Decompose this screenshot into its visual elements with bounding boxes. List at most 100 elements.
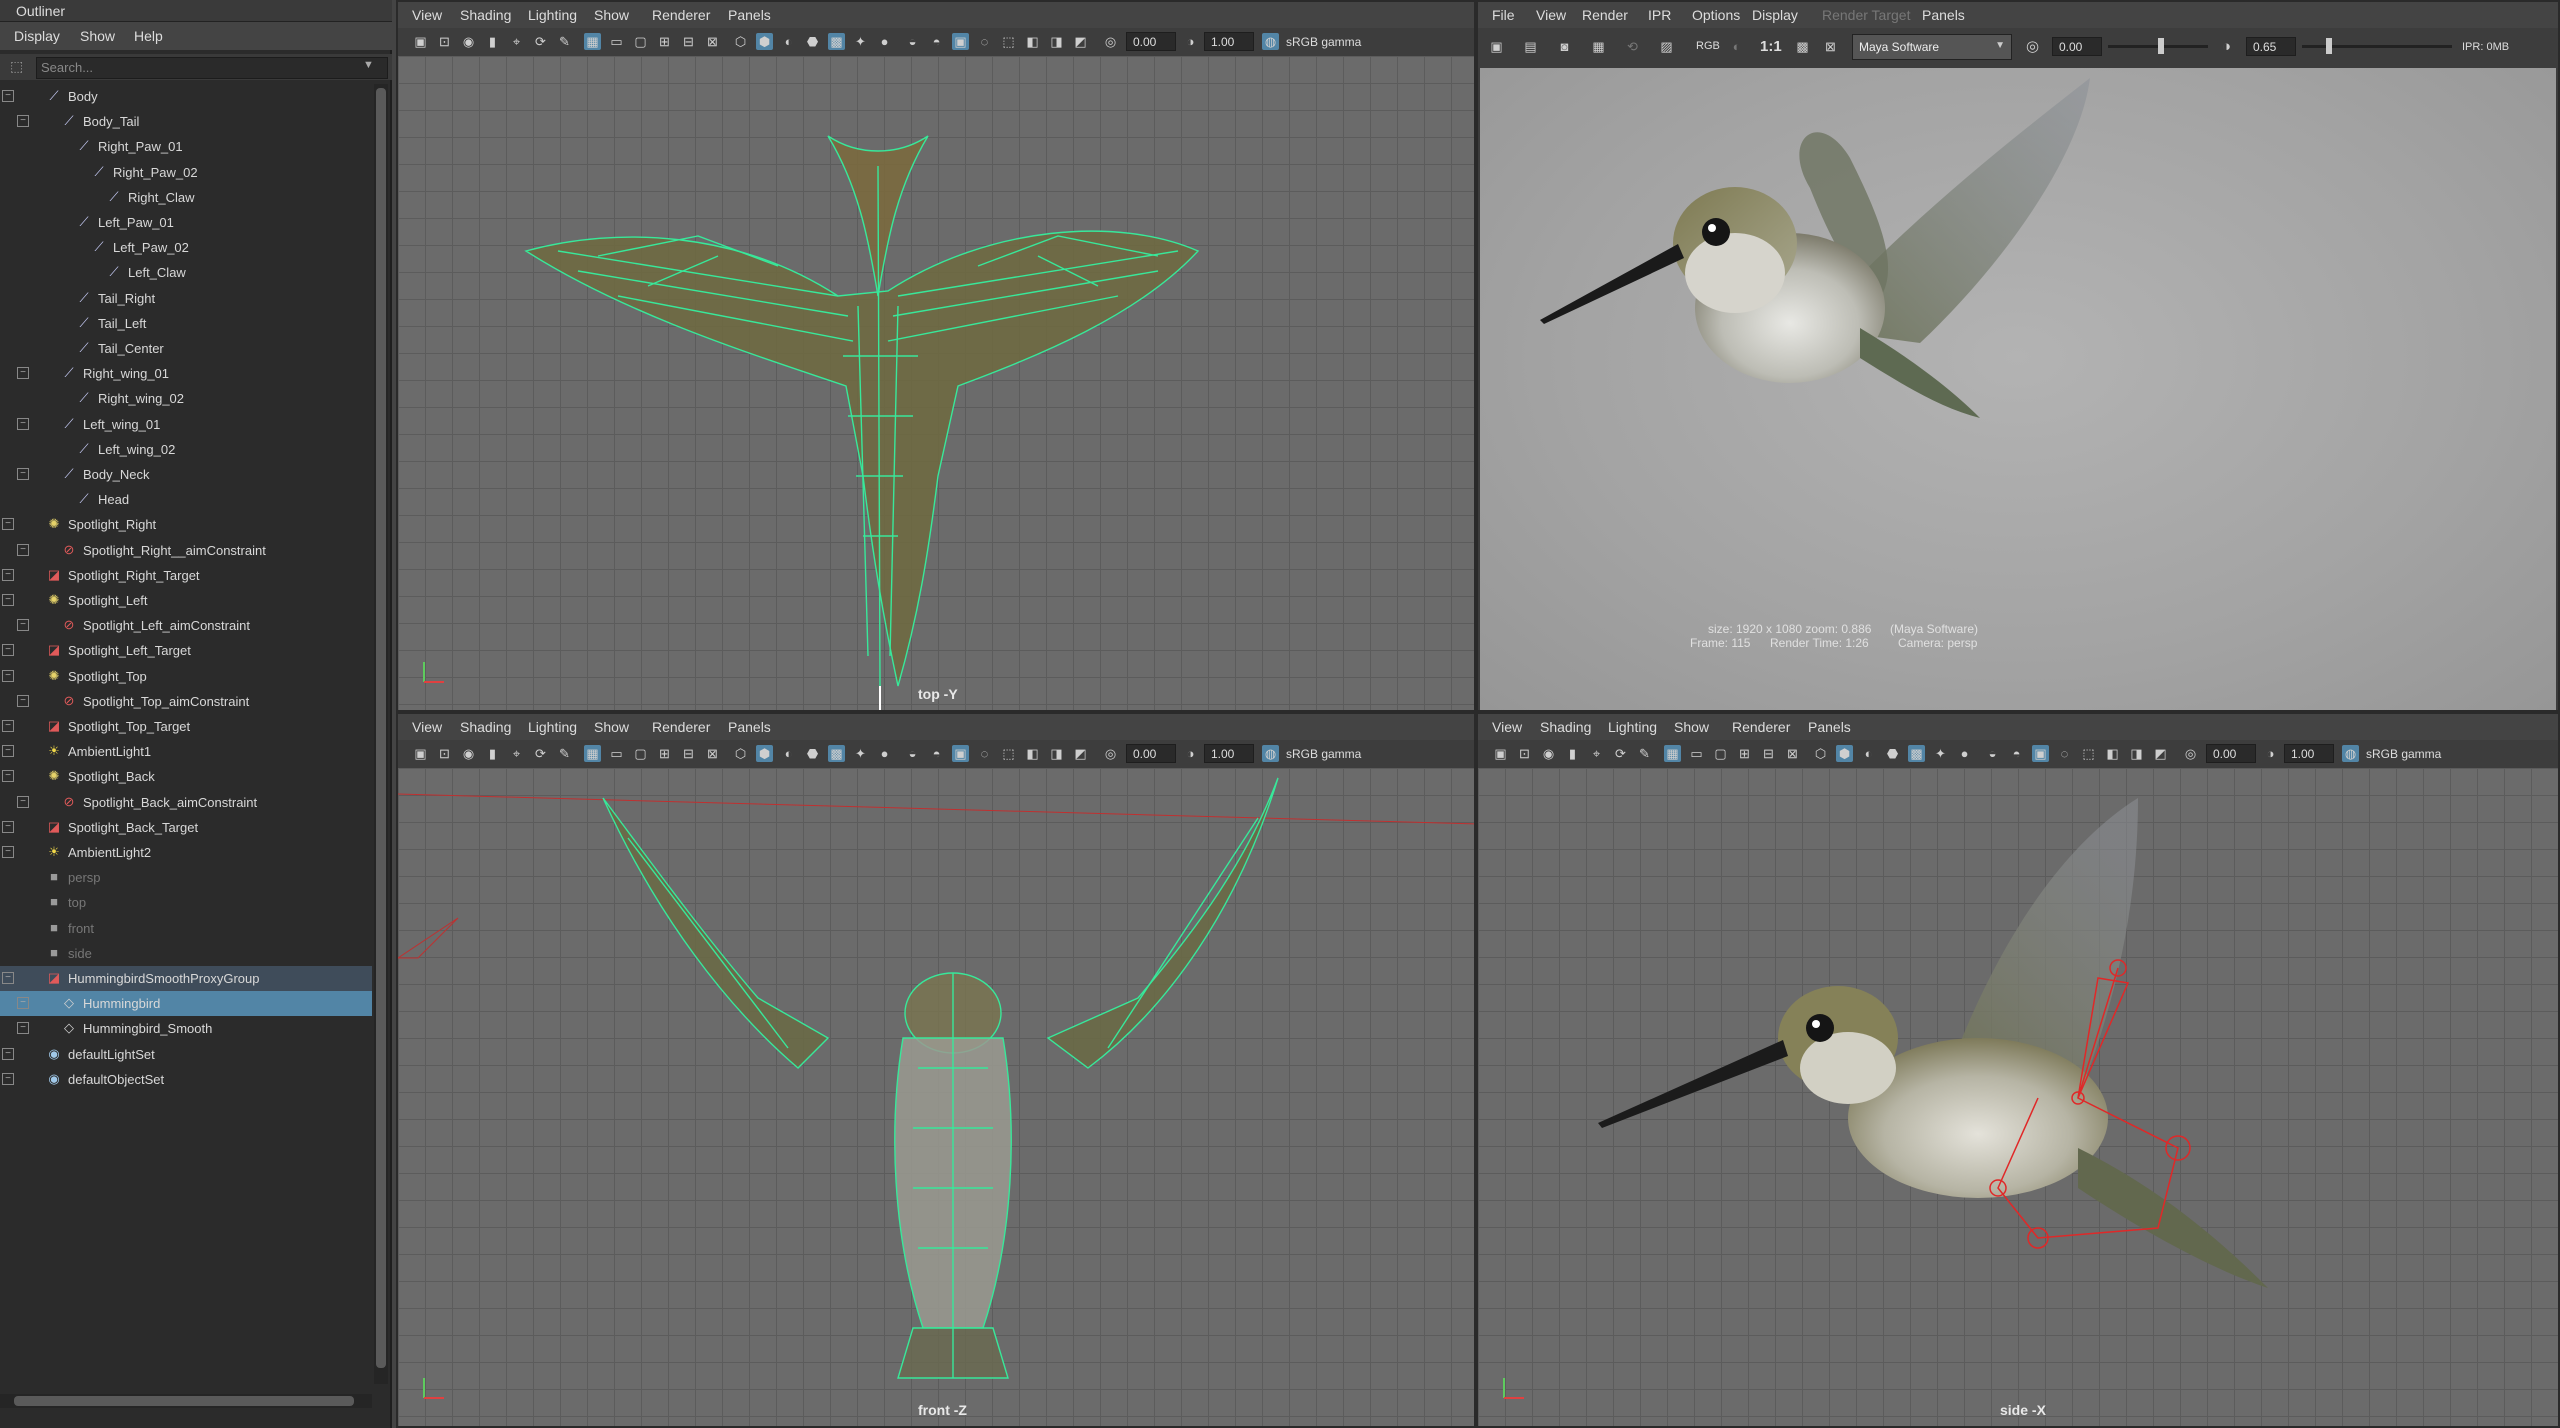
viewport-menu-renderer[interactable]: Renderer [652, 719, 710, 735]
viewport-menu-renderer[interactable]: Renderer [1732, 719, 1790, 735]
outliner-row[interactable]: ■ top [0, 890, 372, 915]
remove-image-icon[interactable]: ⊠ [1822, 38, 1839, 55]
expand-toggle-icon[interactable]: − [17, 694, 29, 707]
shadows-icon[interactable]: ● [876, 745, 893, 762]
expand-toggle-icon[interactable]: − [2, 972, 14, 984]
ambient-occlusion-icon[interactable]: ◒ [904, 33, 921, 50]
camera-select-icon[interactable]: ▣ [412, 33, 429, 50]
store-image-icon[interactable]: ▩ [1794, 38, 1811, 55]
outliner-row[interactable]: − ⟋ Body_Neck [0, 462, 372, 487]
film-gate-icon[interactable]: ▭ [608, 33, 625, 50]
use-default-material-icon[interactable]: ◐ [780, 33, 797, 50]
resolution-gate-icon[interactable]: ▢ [632, 745, 649, 762]
render-frame-icon[interactable]: ▣ [1488, 38, 1505, 55]
2d-pan-zoom-icon[interactable]: ⟳ [1612, 745, 1629, 762]
textured-icon[interactable]: ▩ [828, 745, 845, 762]
outliner-row[interactable]: − ◪ Spotlight_Left_Target [0, 638, 372, 663]
smooth-shade-icon[interactable]: ⬢ [1836, 745, 1853, 762]
shadows-icon[interactable]: ● [876, 33, 893, 50]
bookmark-icon[interactable]: ▮ [484, 33, 501, 50]
bookmark-icon[interactable]: ▮ [484, 745, 501, 762]
lock-camera-icon[interactable]: ⊡ [436, 33, 453, 50]
rgb-channel-button[interactable]: RGB [1696, 40, 1720, 52]
grease-pencil-icon[interactable]: ✎ [556, 745, 573, 762]
wireframe-on-shaded-icon[interactable]: ⬣ [1884, 745, 1901, 762]
gamma-icon[interactable]: ◑ [2218, 38, 2235, 55]
expand-toggle-icon[interactable]: − [2, 1072, 14, 1085]
outliner-row[interactable]: ⟋ Tail_Center [0, 336, 372, 361]
outliner-row[interactable]: ⟋ Right_wing_02 [0, 386, 372, 411]
real-size-button[interactable]: 1:1 [1760, 38, 1782, 55]
gate-mask-icon[interactable]: ⊞ [656, 745, 673, 762]
expand-toggle-icon[interactable]: − [17, 417, 29, 430]
outliner-row[interactable]: ⟋ Left_Claw [0, 260, 372, 285]
render-settings-icon[interactable]: ▨ [1658, 38, 1675, 55]
outliner-row[interactable]: − ✺ Spotlight_Top [0, 664, 372, 689]
wireframe-icon[interactable]: ⬡ [732, 33, 749, 50]
viewport-menu-lighting[interactable]: Lighting [528, 7, 577, 23]
outliner-row[interactable]: ⟋ Right_Paw_02 [0, 160, 372, 185]
render-menu-view[interactable]: View [1536, 7, 1566, 23]
grid-icon[interactable]: ▦ [584, 745, 601, 762]
expand-toggle-icon[interactable]: − [2, 90, 14, 102]
camera-select-icon[interactable]: ▣ [1492, 745, 1509, 762]
side-viewport[interactable]: View Shading Lighting Show Renderer Panels ▣ ⊡ ◉… [1476, 712, 2560, 1428]
image-plane-icon[interactable]: ⌖ [1588, 745, 1605, 762]
image-plane-icon[interactable]: ⌖ [508, 745, 525, 762]
render-menu-render-target[interactable]: Render Target [1822, 7, 1910, 23]
alpha-channel-icon[interactable]: ◐ [1728, 38, 1745, 55]
ambient-occlusion-icon[interactable]: ◒ [904, 745, 921, 762]
color-management-icon[interactable]: ◍ [1262, 745, 1279, 762]
render-menu-file[interactable]: File [1492, 7, 1515, 23]
scrollbar-thumb[interactable] [376, 88, 386, 1368]
field-chart-icon[interactable]: ⊟ [1760, 745, 1777, 762]
use-default-material-icon[interactable]: ◐ [780, 745, 797, 762]
xray-joints-icon[interactable]: ◨ [1048, 745, 1065, 762]
ambient-occlusion-icon[interactable]: ◒ [1984, 745, 2001, 762]
lock-camera-icon[interactable]: ⊡ [436, 745, 453, 762]
expand-toggle-icon[interactable]: − [2, 1047, 14, 1060]
ipr-render-icon[interactable]: ▦ [1590, 38, 1607, 55]
viewport-gamma-field[interactable]: 1.00 [2284, 744, 2334, 763]
expand-toggle-icon[interactable]: − [2, 518, 14, 531]
outliner-row[interactable]: ⟋ Head [0, 487, 372, 512]
outliner-row[interactable]: − ⊘ Spotlight_Back_aimConstraint [0, 790, 372, 815]
render-menu-display[interactable]: Display [1752, 7, 1798, 23]
expand-toggle-icon[interactable]: − [17, 1022, 29, 1035]
viewport-menu-show[interactable]: Show [594, 7, 629, 23]
outliner-row[interactable]: ⟋ Tail_Left [0, 311, 372, 336]
expand-toggle-icon[interactable]: − [17, 367, 29, 380]
outliner-row[interactable]: − ✺ Spotlight_Left [0, 588, 372, 613]
viewport-menu-show[interactable]: Show [594, 719, 629, 735]
outliner-row[interactable]: ⟋ Left_Paw_01 [0, 210, 372, 235]
outliner-row[interactable]: − ⟋ Right_wing_01 [0, 361, 372, 386]
expand-toggle-icon[interactable]: − [17, 543, 29, 556]
outliner-horizontal-scrollbar[interactable] [0, 1394, 372, 1408]
slider-handle[interactable] [2158, 38, 2164, 54]
shadows-icon[interactable]: ● [1956, 745, 1973, 762]
safe-action-icon[interactable]: ⊠ [704, 745, 721, 762]
xray-active-icon[interactable]: ◩ [1072, 745, 1089, 762]
depth-of-field-icon[interactable]: ◌ [976, 745, 993, 762]
renderer-dropdown[interactable]: Maya Software ▼ [1852, 34, 2012, 60]
film-gate-icon[interactable]: ▭ [608, 745, 625, 762]
outliner-row[interactable]: ⟋ Left_Paw_02 [0, 235, 372, 260]
color-management-icon[interactable]: ◍ [1262, 33, 1279, 50]
search-dropdown-icon[interactable]: ▼ [363, 59, 374, 71]
expand-toggle-icon[interactable]: − [2, 644, 14, 657]
outliner-search-input[interactable]: Search... ▼ [36, 57, 388, 79]
wireframe-icon[interactable]: ⬡ [1812, 745, 1829, 762]
viewport-menu-panels[interactable]: Panels [1808, 719, 1851, 735]
viewport-menu-panels[interactable]: Panels [728, 7, 771, 23]
smooth-shade-icon[interactable]: ⬢ [756, 33, 773, 50]
exposure-icon[interactable]: ◎ [1102, 745, 1119, 762]
motion-blur-icon[interactable]: ◓ [2008, 745, 2025, 762]
motion-blur-icon[interactable]: ◓ [928, 33, 945, 50]
render-menu-options[interactable]: Options [1692, 7, 1740, 23]
expand-toggle-icon[interactable]: − [17, 997, 29, 1010]
outliner-row[interactable]: − ⊘ Spotlight_Left_aimConstraint [0, 613, 372, 638]
viewport-exposure-field[interactable]: 0.00 [1126, 32, 1176, 51]
viewport-menu-view[interactable]: View [412, 7, 442, 23]
grid-icon[interactable]: ▦ [584, 33, 601, 50]
outliner-row[interactable]: − ✺ Spotlight_Back [0, 764, 372, 789]
